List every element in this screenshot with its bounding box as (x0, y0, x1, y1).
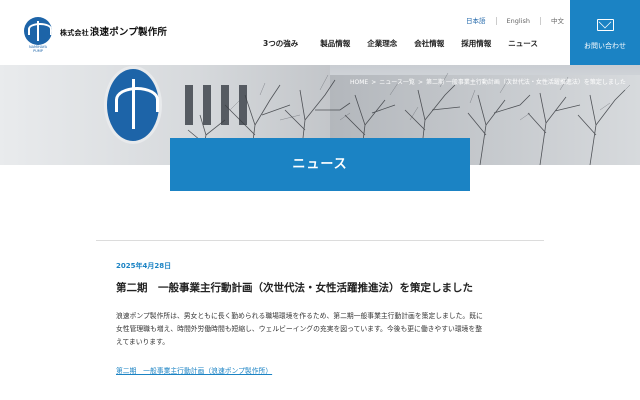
breadcrumb-separator: > (417, 79, 423, 86)
contact-button[interactable]: お問い合わせ (570, 0, 640, 65)
contact-label: お問い合わせ (584, 42, 626, 50)
company-logo[interactable]: NAMIHAYA PUMP 株式会社浪速ポンプ製作所 (24, 17, 167, 53)
breadcrumb-home[interactable]: HOME (350, 79, 368, 86)
logo-mark-icon (24, 17, 52, 45)
nav-products[interactable]: 製品情報 (320, 38, 350, 49)
logo-prefix: 株式会社 (60, 29, 89, 37)
content-divider (96, 240, 544, 241)
article-plan-link[interactable]: 第二期 一般事業主行動計画（浪速ポンプ製作所） (116, 365, 272, 375)
site-header: NAMIHAYA PUMP 株式会社浪速ポンプ製作所 日本語 English 中… (0, 0, 640, 65)
breadcrumb-news-list[interactable]: ニュース一覧 (379, 79, 415, 86)
breadcrumb-separator: > (371, 79, 377, 86)
article-body-line: えてまいります。 (116, 338, 170, 346)
article-body-line: 女性管理職も増え、時間外労働時間も短縮し、ウェルビーイングの充実を図っています。… (116, 325, 483, 333)
breadcrumb: HOME > ニュース一覧 > 第二期 一般事業主行動計画（次世代法・女性活躍推進法）を… (350, 77, 629, 86)
lang-chinese[interactable]: 中文 (539, 17, 574, 25)
article-title: 第二期 一般事業主行動計画（次世代法・女性活躍推進法）を策定しました (116, 282, 473, 294)
logo-sub-text: NAMIHAYA PUMP (28, 45, 48, 53)
mail-icon (597, 19, 614, 31)
article-body-line: 浪速ポンプ製作所は、男女ともに長く勤められる職場環境を作るため、第二期一般事業主… (116, 312, 483, 320)
logo-text: 株式会社浪速ポンプ製作所 (60, 24, 167, 38)
nav-company[interactable]: 会社情報 (414, 38, 444, 49)
article-body: 浪速ポンプ製作所は、男女ともに長く勤められる職場環境を作るため、第二期一般事業主… (116, 310, 536, 349)
main-nav: 3つの強み 製品情報 企業理念 会社情報 採用情報 ニュース (263, 38, 538, 49)
nav-recruit[interactable]: 採用情報 (461, 38, 491, 49)
lang-english[interactable]: English (495, 17, 540, 25)
nav-philosophy[interactable]: 企業理念 (367, 38, 397, 49)
nav-news[interactable]: ニュース (508, 38, 538, 49)
language-switcher: 日本語 English 中文 (462, 17, 574, 25)
logo-name: 浪速ポンプ製作所 (89, 27, 168, 38)
page-title: ニュース (292, 157, 348, 172)
nav-strengths[interactable]: 3つの強み (263, 38, 298, 49)
page-title-box: ニュース (170, 138, 470, 191)
breadcrumb-current: 第二期 一般事業主行動計画（次世代法・女性活躍推進法）を策定しました (425, 79, 626, 86)
article-date: 2025年4月28日 (116, 262, 172, 270)
lang-japanese[interactable]: 日本語 (462, 17, 496, 25)
